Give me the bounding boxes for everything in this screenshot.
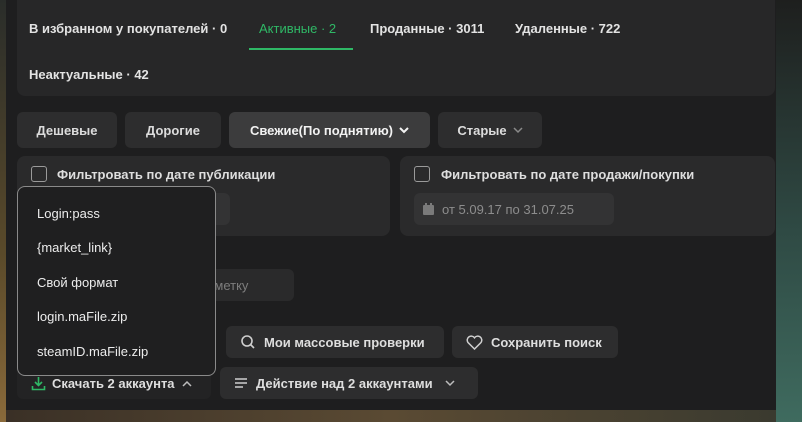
list-icon xyxy=(235,378,247,388)
active-tab-indicator xyxy=(249,48,353,50)
tab-sold[interactable]: Проданные · 3011 xyxy=(370,21,484,36)
chevron-down-icon xyxy=(399,126,409,133)
download-format-menu: Login:pass {market_link} Свой формат log… xyxy=(17,186,216,376)
sale-date-checkbox[interactable] xyxy=(414,166,430,182)
tab-outdated[interactable]: Неактуальные · 42 xyxy=(29,67,149,82)
mass-checks-label: Мои массовые проверки xyxy=(264,334,425,350)
background-edge-bottom xyxy=(6,410,776,422)
mass-checks-button[interactable]: Мои массовые проверки xyxy=(226,326,444,358)
sort-old-button[interactable]: Старые xyxy=(438,112,542,148)
menu-item-custom-format[interactable]: Свой формат xyxy=(37,275,118,290)
chevron-down-icon xyxy=(445,379,455,386)
heart-icon xyxy=(466,334,483,350)
bulk-action-label: Действие над 2 аккаунтами xyxy=(256,375,433,391)
sort-cheap-button[interactable]: Дешевые xyxy=(17,112,117,148)
save-search-label: Сохранить поиск xyxy=(491,334,602,350)
sort-cheap-label: Дешевые xyxy=(36,122,98,138)
sale-date-range[interactable]: от 5.09.17 по 31.07.25 xyxy=(414,193,614,225)
tab-active[interactable]: Активные · 2 xyxy=(259,21,336,36)
sort-expensive-label: Дорогие xyxy=(146,122,200,138)
calendar-icon xyxy=(423,203,434,215)
download-icon xyxy=(31,376,46,390)
menu-item-login-mafile[interactable]: login.maFile.zip xyxy=(37,309,127,324)
background-edge-right xyxy=(776,0,802,422)
publish-date-checkbox[interactable] xyxy=(31,166,47,182)
publish-date-label: Фильтровать по дате публикации xyxy=(57,167,276,182)
bulk-action-button[interactable]: Действие над 2 аккаунтами xyxy=(220,367,478,399)
sort-old-label: Старые xyxy=(457,122,507,138)
save-search-button[interactable]: Сохранить поиск xyxy=(452,326,618,358)
download-label: Скачать 2 аккаунта xyxy=(52,375,175,391)
sort-fresh-label: Свежие(По поднятию) xyxy=(249,122,394,138)
sort-expensive-button[interactable]: Дорогие xyxy=(125,112,221,148)
menu-item-market-link[interactable]: {market_link} xyxy=(37,240,112,255)
menu-item-steamid-mafile[interactable]: steamID.maFile.zip xyxy=(37,344,148,359)
sort-fresh-button[interactable]: Свежие(По поднятию) xyxy=(229,112,430,148)
search-icon xyxy=(241,335,255,349)
tab-deleted[interactable]: Удаленные · 722 xyxy=(515,21,620,36)
tab-favorites[interactable]: В избранном у покупателей · 0 xyxy=(29,21,227,36)
chevron-up-icon xyxy=(182,380,192,387)
sale-date-label: Фильтровать по дате продажи/покупки xyxy=(441,167,695,182)
sale-date-range-text: от 5.09.17 по 31.07.25 xyxy=(442,201,574,217)
menu-item-login-pass[interactable]: Login:pass xyxy=(37,206,100,221)
chevron-down-icon xyxy=(513,126,523,133)
